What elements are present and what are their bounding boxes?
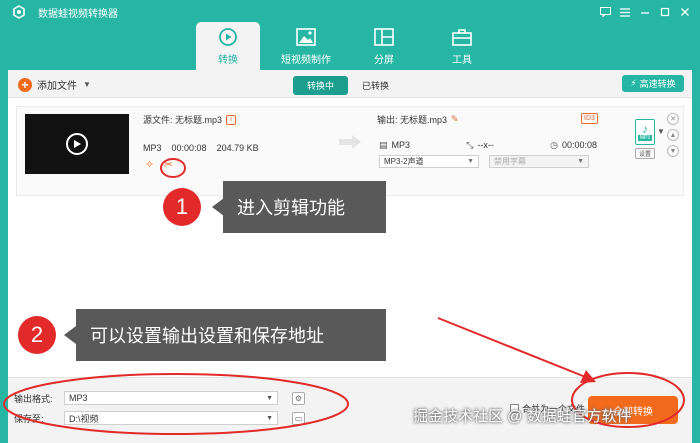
watermark: 掘金技术社区 @ 数据蛙官方软件 bbox=[413, 408, 632, 425]
highlight-ellipse-scissors bbox=[160, 158, 186, 178]
highlight-ellipse-output-settings bbox=[3, 373, 349, 435]
step-2-badge: 2 bbox=[18, 316, 56, 354]
step-1-callout: 进入剪辑功能 bbox=[223, 181, 386, 233]
step-2-callout-tail bbox=[64, 326, 76, 344]
annotation-arrow bbox=[437, 317, 589, 379]
step-1-badge: 1 bbox=[163, 188, 201, 226]
step-2-callout: 可以设置输出设置和保存地址 bbox=[76, 309, 386, 361]
